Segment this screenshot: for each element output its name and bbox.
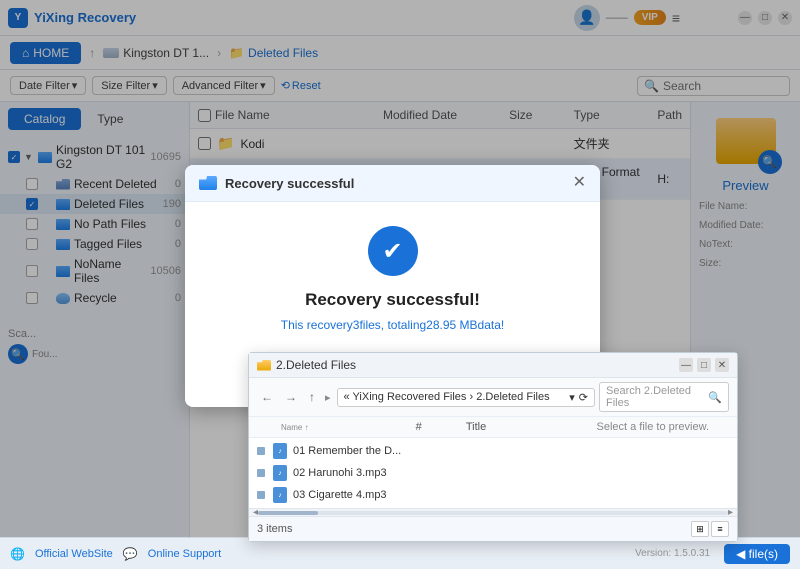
recover-btn-text: file(s) <box>749 547 778 561</box>
explorer-close-button[interactable]: ✕ <box>715 358 729 372</box>
file-type-indicator3 <box>257 491 265 499</box>
explorer-file-name-1: 02 Harunohi 3.mp3 <box>293 467 729 479</box>
globe-icon: 🌐 <box>10 547 25 561</box>
address-text: « YiXing Recovered Files › 2.Deleted Fil… <box>344 391 550 403</box>
col-name-text: Name <box>281 423 302 432</box>
explorer-file-name-0: 01 Remember the D... <box>293 445 729 457</box>
col-name-header[interactable]: Name ↑ <box>277 421 412 434</box>
explorer-window-buttons: — □ ✕ <box>679 358 729 372</box>
explorer-title-text: 2.Deleted Files <box>276 358 356 372</box>
success-subtitle: This recovery3files, totaling28.95 MBdat… <box>205 318 580 332</box>
sort-icon: ↑ <box>305 423 309 432</box>
explorer-file-list: ♪ 01 Remember the D... ♪ 02 Harunohi 3.m… <box>249 438 737 508</box>
explorer-back-button[interactable]: ← <box>257 389 277 405</box>
explorer-search-icon: 🔍 <box>708 391 722 404</box>
dialog-title: Recovery successful <box>225 176 565 191</box>
list-view-button[interactable]: ≡ <box>711 521 729 537</box>
scrollbar-thumb[interactable] <box>258 511 318 515</box>
list-item[interactable]: ♪ 03 Cigarette 4.mp3 <box>249 484 737 506</box>
horizontal-scrollbar[interactable]: ◂ ▸ <box>249 508 737 516</box>
mp3-file-icon-1: ♪ <box>273 465 287 481</box>
grid-view-button[interactable]: ⊞ <box>691 521 709 537</box>
explorer-search-placeholder: Search 2.Deleted Files <box>606 385 704 409</box>
col-hash-header[interactable]: # <box>412 419 462 435</box>
file-explorer-window: 2.Deleted Files — □ ✕ ← → ↑ ▸ « YiXing R… <box>248 352 738 542</box>
explorer-minimize-button[interactable]: — <box>679 358 693 372</box>
version-label: Version: 1.5.0.31 <box>635 548 710 559</box>
dialog-close-button[interactable]: ✕ <box>573 175 586 191</box>
support-icon: 💬 <box>123 547 138 561</box>
explorer-nav-bar: ← → ↑ ▸ « YiXing Recovered Files › 2.Del… <box>249 378 737 417</box>
file-type-indicator2 <box>257 469 265 477</box>
explorer-statusbar: 3 items ⊞ ≡ <box>249 516 737 541</box>
address-refresh-icon[interactable]: ⟳ <box>579 391 588 404</box>
address-bar[interactable]: « YiXing Recovered Files › 2.Deleted Fil… <box>337 388 595 407</box>
explorer-maximize-button[interactable]: □ <box>697 358 711 372</box>
mp3-file-icon-0: ♪ <box>273 443 287 459</box>
dialog-folder-icon <box>199 176 217 190</box>
scrollbar-track <box>258 511 728 515</box>
list-item[interactable]: ♪ 02 Harunohi 3.mp3 <box>249 462 737 484</box>
explorer-search[interactable]: Search 2.Deleted Files 🔍 <box>599 382 729 412</box>
view-toggle-buttons: ⊞ ≡ <box>691 521 729 537</box>
status-items-count: 3 items <box>257 523 292 535</box>
explorer-title-area: 2.Deleted Files <box>257 358 673 372</box>
explorer-up-button[interactable]: ↑ <box>305 389 319 405</box>
dialog-titlebar: Recovery successful ✕ <box>185 165 600 202</box>
recover-files-button[interactable]: ◀ file(s) <box>724 544 790 564</box>
mp3-file-icon-2: ♪ <box>273 487 287 503</box>
explorer-titlebar: 2.Deleted Files — □ ✕ <box>249 353 737 378</box>
recover-btn-label: ◀ <box>736 547 749 561</box>
list-item[interactable]: ♪ 01 Remember the D... <box>249 440 737 462</box>
scroll-right-button[interactable]: ▸ <box>728 507 733 518</box>
explorer-folder-icon <box>257 360 271 371</box>
address-dropdown-icon[interactable]: ▾ <box>569 391 575 404</box>
success-title: Recovery successful! <box>205 290 580 310</box>
success-checkmark-icon: ✔ <box>368 226 418 276</box>
col-title-header[interactable]: Title <box>462 419 597 435</box>
explorer-refresh-icon: ▸ <box>325 391 331 404</box>
explorer-forward-button[interactable]: → <box>281 389 301 405</box>
support-link[interactable]: Online Support <box>148 548 221 560</box>
explorer-columns-header: Name ↑ # Title Select a file to preview. <box>249 417 737 438</box>
select-preview-text: Select a file to preview. <box>597 421 730 433</box>
file-type-indicator <box>257 447 265 455</box>
website-link[interactable]: Official WebSite <box>35 548 113 560</box>
explorer-file-name-2: 03 Cigarette 4.mp3 <box>293 489 729 501</box>
